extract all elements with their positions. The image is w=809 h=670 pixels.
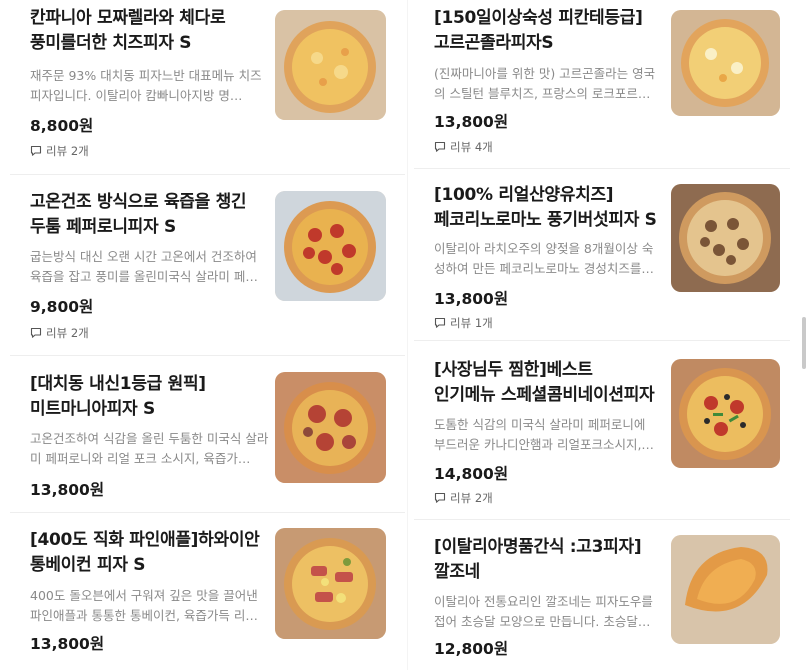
menu-item-price: 9,800원: [30, 298, 94, 316]
pizza-image: [671, 10, 780, 116]
menu-item-combination-pizza[interactable]: [사장님두 찜한]베스트 인기메뉴 스페셜콤비네이션피자 도톰한 식감의 미국식…: [414, 341, 790, 520]
column-divider: [407, 0, 408, 670]
review-count: 리뷰 4개: [434, 139, 493, 155]
menu-item-mushroom-pizza[interactable]: [100% 리얼산양유치즈]페코리노로마노 풍기버섯피자 S 이탈리아 라치오주…: [414, 169, 790, 341]
menu-item-pepperoni-pizza[interactable]: 고온건조 방식으로 육즙을 챙긴 두툼 페퍼로니피자 S 굽는방식 대신 오랜 …: [10, 175, 405, 356]
speech-bubble-icon: [30, 327, 42, 338]
speech-bubble-icon: [434, 492, 446, 503]
menu-item-price: 13,800원: [30, 481, 105, 499]
review-count-label: 리뷰 2개: [450, 491, 493, 505]
menu-item-gorgonzola-pizza[interactable]: [150일이상숙성 피칸테등급] 고르곤졸라피자S (진짜마니아를 위한 맛) …: [414, 0, 790, 169]
menu-item-description: 400도 돌오븐에서 구워져 깊은 맛을 끌어낸 파인애플과 통통한 통베이컨,…: [30, 588, 258, 623]
speech-bubble-icon: [30, 145, 42, 156]
menu-item-description: 도톰한 식감의 미국식 살라미 페퍼로니에 부드러운 카나디안햄과 리얼포크소시…: [434, 417, 646, 452]
menu-item-price: 13,800원: [434, 113, 509, 131]
menu-item-description: 굽는방식 대신 오랜 시간 고온에서 건조하여 육즙을 잡고 풍미를 올린미국식…: [30, 249, 258, 284]
pizza-image: [671, 535, 780, 644]
pizza-image: [275, 191, 386, 301]
menu-item-title: [사장님두 찜한]베스트 인기메뉴 스페셜콤비네이션피자: [434, 360, 655, 405]
menu-item-title: [150일이상숙성 피칸테등급] 고르곤졸라피자S: [434, 8, 643, 53]
menu-item-description: 재주문 93% 대치동 피자느반 대표메뉴 치즈피자입니다. 이탈리아 캄빠니아…: [30, 68, 262, 103]
pizza-image: [275, 372, 386, 483]
menu-item-title: [400도 직화 파인애플]하와이안 통베이컨 피자 S: [30, 530, 260, 575]
review-count-label: 리뷰 1개: [450, 316, 493, 330]
menu-item-description: 고온건조하여 식감을 올린 두툼한 미국식 살라미 페퍼로니와 리얼 포크 소시…: [30, 431, 269, 466]
menu-item-calzone[interactable]: [이탈리아명품간식 :고3피자] 깔조네 이탈리아 전통요리인 깔조네는 피자도…: [414, 520, 790, 670]
menu-item-meat-mania-pizza[interactable]: [대치동 내신1등급 원픽] 미트마니아피자 S 고온건조하여 식감을 올린 두…: [10, 356, 405, 513]
review-count: 리뷰 2개: [30, 325, 89, 341]
review-count: 리뷰 1개: [434, 315, 493, 331]
review-count-label: 리뷰 2개: [46, 326, 89, 340]
menu-item-title: [100% 리얼산양유치즈]페코리노로마노 풍기버섯피자 S: [434, 185, 657, 230]
menu-item-cheese-pizza[interactable]: 칸파니아 모짜렐라와 체다로 풍미를더한 치즈피자 S 재주문 93% 대치동 …: [10, 0, 405, 175]
pizza-image: [275, 10, 386, 120]
menu-item-price: 12,800원: [434, 640, 509, 658]
menu-item-title: 칸파니아 모짜렐라와 체다로 풍미를더한 치즈피자 S: [30, 8, 226, 53]
menu-item-title: [대치동 내신1등급 원픽] 미트마니아피자 S: [30, 374, 206, 419]
review-count: 리뷰 2개: [434, 490, 493, 506]
menu-item-description: 이탈리아 전통요리인 깔조네는 피자도우를 접어 초승달 모양으로 만듭니다. …: [434, 594, 653, 629]
review-count-label: 리뷰 2개: [46, 144, 89, 158]
menu-item-title: [이탈리아명품간식 :고3피자] 깔조네: [434, 537, 642, 582]
review-count-label: 리뷰 4개: [450, 140, 493, 154]
speech-bubble-icon: [434, 141, 446, 152]
speech-bubble-icon: [434, 317, 446, 328]
pizza-image: [275, 528, 386, 639]
scrollbar[interactable]: [802, 317, 806, 369]
menu-item-price: 13,800원: [434, 290, 509, 308]
menu-item-description: 이탈리아 라치오주의 양젖을 8개월이상 숙성하여 만든 페코리노로마노 경성치…: [434, 241, 654, 276]
review-count: 리뷰 2개: [30, 143, 89, 159]
menu-item-description: (진짜마니아를 위한 맛) 고르곤졸라는 영국의 스틸턴 블루치즈, 프랑스의 …: [434, 66, 656, 101]
pizza-image: [671, 359, 780, 468]
menu-item-hawaiian-pizza[interactable]: [400도 직화 파인애플]하와이안 통베이컨 피자 S 400도 돌오븐에서 …: [10, 513, 405, 670]
menu-item-title: 고온건조 방식으로 육즙을 챙긴 두툼 페퍼로니피자 S: [30, 192, 247, 237]
pizza-image: [671, 184, 780, 292]
menu-item-price: 14,800원: [434, 465, 509, 483]
menu-item-price: 8,800원: [30, 117, 94, 135]
menu-item-price: 13,800원: [30, 635, 105, 653]
